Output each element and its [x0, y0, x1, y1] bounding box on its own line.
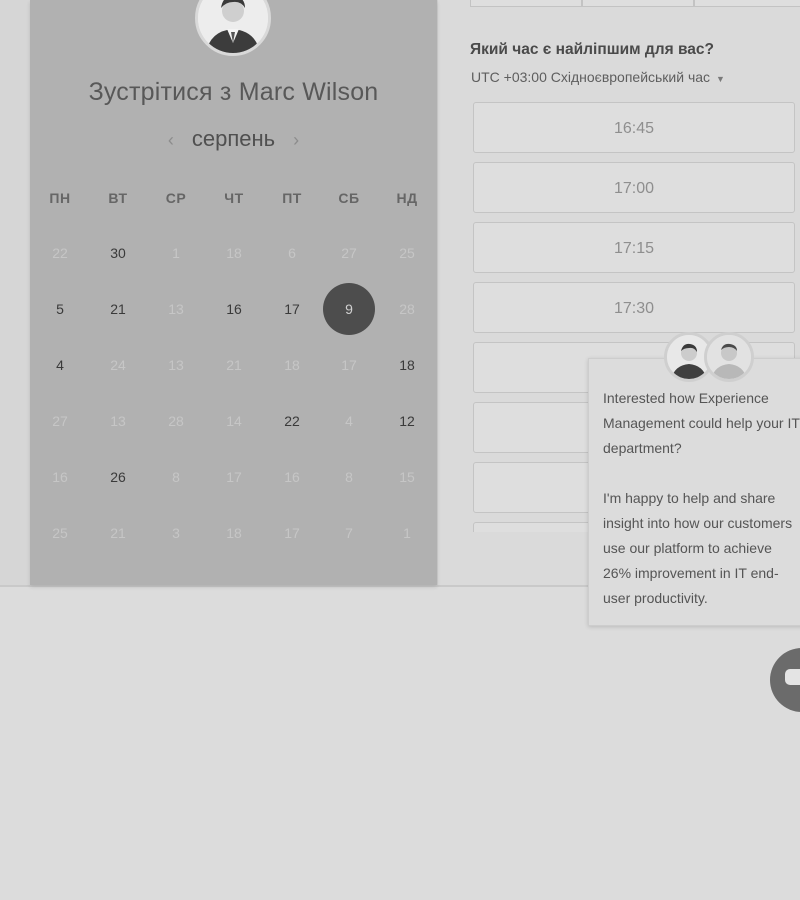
calendar-day: 25: [52, 525, 68, 541]
weekday-label: ЧТ: [224, 190, 244, 206]
calendar-day: 28: [399, 301, 415, 317]
calendar-day: 13: [168, 357, 184, 373]
caret-down-icon: ▼: [716, 74, 725, 84]
meeting-title: Зустрітися з Marc Wilson: [88, 78, 379, 106]
calendar-day[interactable]: 22: [266, 395, 318, 447]
top-tab[interactable]: [470, 0, 582, 7]
calendar-day: 15: [399, 469, 415, 485]
calendar-day: 3: [172, 525, 180, 541]
calendar-day: 27: [52, 413, 68, 429]
calendar-day[interactable]: 5: [34, 283, 86, 335]
time-slot-button[interactable]: 17:00: [473, 162, 795, 213]
timezone-label: UTC +03:00 Східноєвропейський час: [471, 69, 711, 85]
agent-avatar-2: [704, 332, 754, 382]
calendar-day[interactable]: 4: [34, 339, 86, 391]
calendar-day: 28: [168, 413, 184, 429]
calendar-day: 18: [226, 525, 242, 541]
calendar-day: 24: [110, 357, 126, 373]
calendar-day: 4: [345, 413, 353, 429]
calendar-day: 7: [345, 525, 353, 541]
calendar-day: 16: [284, 469, 300, 485]
calendar-day: 22: [52, 245, 68, 261]
next-month-button[interactable]: ›: [275, 130, 317, 150]
chat-launcher-button[interactable]: [770, 648, 800, 712]
calendar-day: 8: [345, 469, 353, 485]
calendar-day: 1: [403, 525, 411, 541]
calendar-day: 17: [284, 525, 300, 541]
chat-message: Interested how Experience Management cou…: [603, 386, 800, 636]
weekday-label: НД: [396, 190, 418, 206]
weekday-label: СБ: [338, 190, 360, 206]
calendar-day: 18: [284, 357, 300, 373]
time-slot-button[interactable]: 17:30: [473, 282, 795, 333]
calendar-day: 21: [226, 357, 242, 373]
calendar-day: 17: [226, 469, 242, 485]
weekday-label: ПН: [49, 190, 71, 206]
chat-message-line-2: I'm happy to help and share insight into…: [603, 490, 793, 606]
calendar-day[interactable]: 16: [208, 283, 260, 335]
weekday-label: СР: [165, 190, 187, 206]
calendar-day[interactable]: 17: [266, 283, 318, 335]
top-tab-strip: [470, 0, 800, 7]
calendar-day[interactable]: 30: [92, 227, 144, 279]
calendar-day: 27: [341, 245, 357, 261]
calendar-day: 16: [52, 469, 68, 485]
calendar-day[interactable]: 12: [381, 395, 433, 447]
weekday-label: ВТ: [108, 190, 128, 206]
chat-message-line-1: Interested how Experience Management cou…: [603, 390, 800, 456]
calendar-day[interactable]: 18: [381, 339, 433, 391]
time-slot-button[interactable]: 17:15: [473, 222, 795, 273]
calendar-day: 14: [226, 413, 242, 429]
calendar-day: 6: [288, 245, 296, 261]
calendar-day: 17: [341, 357, 357, 373]
calendar-day: 13: [110, 413, 126, 429]
previous-month-button[interactable]: ‹: [150, 130, 192, 150]
month-navigation: ‹ серпень ›: [30, 126, 437, 152]
calendar-day: 21: [110, 525, 126, 541]
top-tab[interactable]: [694, 0, 800, 7]
weekday-label: ПТ: [282, 190, 302, 206]
top-tab[interactable]: [582, 0, 694, 7]
calendar-day: 25: [399, 245, 415, 261]
chat-bubble-icon: [785, 669, 800, 685]
time-slot-button[interactable]: 16:45: [473, 102, 795, 153]
calendar-day-selected[interactable]: 9: [323, 283, 375, 335]
timezone-selector[interactable]: UTC +03:00 Східноєвропейський час ▼: [471, 69, 725, 85]
calendar-day[interactable]: 26: [92, 451, 144, 503]
calendar-day: 1: [172, 245, 180, 261]
calendar-day[interactable]: 21: [92, 283, 144, 335]
calendar-day: 13: [168, 301, 184, 317]
month-label: серпень: [191, 126, 276, 151]
time-question: Який час є найліпшим для вас?: [470, 41, 714, 58]
calendar-day: 8: [172, 469, 180, 485]
calendar-day: 18: [226, 245, 242, 261]
